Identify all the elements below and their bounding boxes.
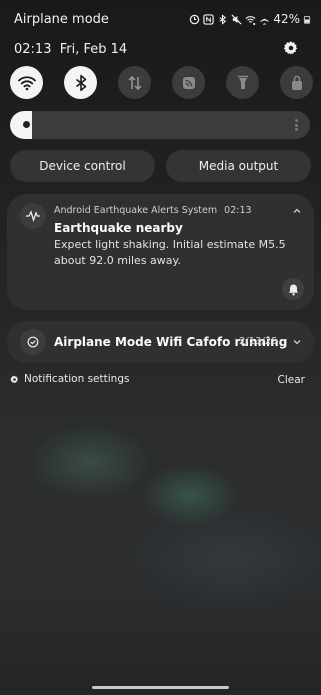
notification-time: 02:13	[224, 205, 252, 216]
airplane-icon	[260, 14, 269, 25]
notification-date: 2/13/25	[239, 336, 278, 347]
notification-header: Android Earthquake Alerts System 02:13	[54, 205, 252, 216]
media-output-button[interactable]: Media output	[166, 150, 311, 182]
wifi-icon	[245, 15, 256, 25]
lock-icon	[291, 75, 302, 90]
chevron-down-icon[interactable]	[292, 337, 302, 347]
data-transfer-icon	[127, 75, 142, 90]
cast-tile[interactable]	[172, 66, 205, 99]
clock-date: Fri, Feb 14	[59, 42, 128, 57]
notification-bell-icon[interactable]	[282, 278, 304, 300]
clock-time: 02:13	[14, 42, 52, 57]
clear-button[interactable]: Clear	[278, 374, 305, 386]
datetime: 02:13 Fri, Feb 14	[14, 42, 127, 57]
notification-earthquake[interactable]: Android Earthquake Alerts System 02:13 E…	[7, 194, 314, 310]
mobile-data-tile[interactable]	[118, 66, 151, 99]
notification-title: Earthquake nearby	[54, 221, 183, 235]
quick-settings-tiles	[10, 66, 321, 99]
notification-body: Expect light shaking. Initial estimate M…	[54, 238, 286, 267]
control-buttons: Device control Media output	[10, 150, 311, 182]
wifi-tile[interactable]	[10, 66, 43, 99]
battery-percent: 42%	[273, 12, 300, 26]
cast-icon	[182, 76, 195, 89]
bluetooth-icon	[75, 74, 86, 91]
flashlight-icon	[237, 75, 248, 89]
status-title: Airplane mode	[14, 11, 109, 27]
status-icons: 42%	[189, 12, 311, 26]
gear-icon	[10, 375, 18, 383]
notification-settings-label: Notification settings	[24, 373, 130, 385]
brightness-icon	[23, 121, 30, 128]
wifi-icon	[17, 75, 36, 90]
notification-settings-button[interactable]: Notification settings	[10, 373, 129, 385]
settings-gear-icon[interactable]	[283, 40, 299, 56]
nfc-icon	[203, 13, 215, 25]
lock-tile[interactable]	[280, 66, 313, 99]
mute-icon	[231, 13, 242, 25]
check-circle-icon	[20, 329, 46, 355]
status-bar: Airplane mode 42%	[14, 11, 311, 27]
data-saver-icon	[190, 14, 200, 24]
bluetooth-tile[interactable]	[64, 66, 97, 99]
brightness-slider[interactable]	[10, 111, 310, 139]
notification-app-name: Android Earthquake Alerts System	[54, 205, 218, 216]
seismograph-icon	[20, 203, 46, 229]
home-indicator[interactable]	[92, 686, 229, 689]
chevron-up-icon[interactable]	[292, 206, 302, 216]
bluetooth-icon	[219, 13, 227, 25]
flashlight-tile[interactable]	[226, 66, 259, 99]
battery-icon	[303, 15, 311, 24]
more-options-icon[interactable]	[295, 119, 298, 131]
notification-airplane-wifi[interactable]: Airplane Mode Wifi Cafofo running 2/13/2…	[7, 321, 314, 363]
device-control-button[interactable]: Device control	[10, 150, 155, 182]
